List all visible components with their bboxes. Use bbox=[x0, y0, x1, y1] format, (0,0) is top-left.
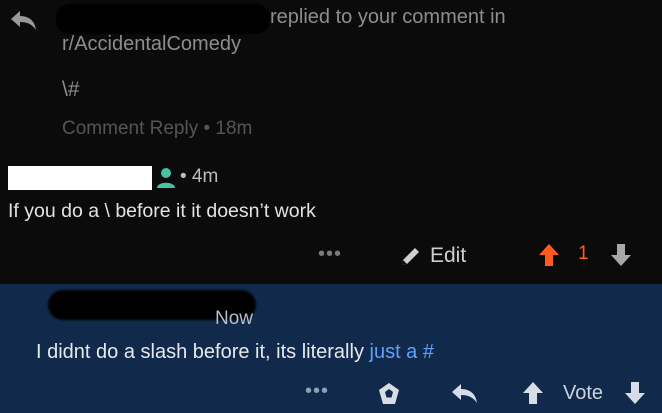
reply-text-body: I didnt do a slash before it, its litera… bbox=[36, 341, 370, 363]
award-icon[interactable] bbox=[376, 381, 402, 407]
vote-count: 1 bbox=[578, 243, 589, 264]
downvote-icon[interactable] bbox=[610, 243, 632, 267]
comment-text: If you do a \ before it it doesn’t work bbox=[8, 200, 316, 222]
edit-button[interactable]: Edit bbox=[399, 241, 466, 271]
more-icon[interactable]: ••• bbox=[305, 380, 329, 403]
pencil-icon bbox=[402, 248, 419, 265]
reply-arrow-icon[interactable] bbox=[450, 382, 480, 406]
more-icon[interactable]: ••• bbox=[318, 243, 342, 266]
upvote-icon[interactable] bbox=[522, 381, 544, 405]
comment-actions: ••• Edit 1 bbox=[0, 239, 662, 273]
subreddit-link[interactable]: r/AccidentalComedy bbox=[62, 33, 241, 56]
reply-time: Now bbox=[215, 308, 254, 329]
user-icon bbox=[157, 168, 175, 188]
notification-action-text: replied to your comment in bbox=[270, 6, 506, 28]
comment: • 4m If you do a \ before it it doesn’t … bbox=[0, 157, 662, 284]
upvote-icon[interactable] bbox=[538, 243, 560, 267]
edit-label: Edit bbox=[430, 244, 467, 267]
notification-item[interactable]: replied to your comment in r/AccidentalC… bbox=[0, 0, 662, 157]
downvote-icon[interactable] bbox=[624, 381, 646, 405]
redacted-author bbox=[8, 166, 152, 190]
comment-meta: • 4m bbox=[180, 166, 219, 187]
reply-text: I didnt do a slash before it, its litera… bbox=[36, 341, 434, 364]
reply-link[interactable]: just a # bbox=[370, 341, 434, 363]
vote-label: Vote bbox=[563, 382, 604, 404]
reply-arrow-icon bbox=[11, 11, 36, 30]
reply-comment: Now I didnt do a slash before it, its li… bbox=[0, 284, 662, 413]
redacted-username bbox=[56, 4, 270, 34]
reply-actions: ••• Vote bbox=[0, 380, 662, 410]
notification-body: \# bbox=[62, 78, 80, 101]
notification-meta: Comment Reply • 18m bbox=[62, 118, 253, 139]
